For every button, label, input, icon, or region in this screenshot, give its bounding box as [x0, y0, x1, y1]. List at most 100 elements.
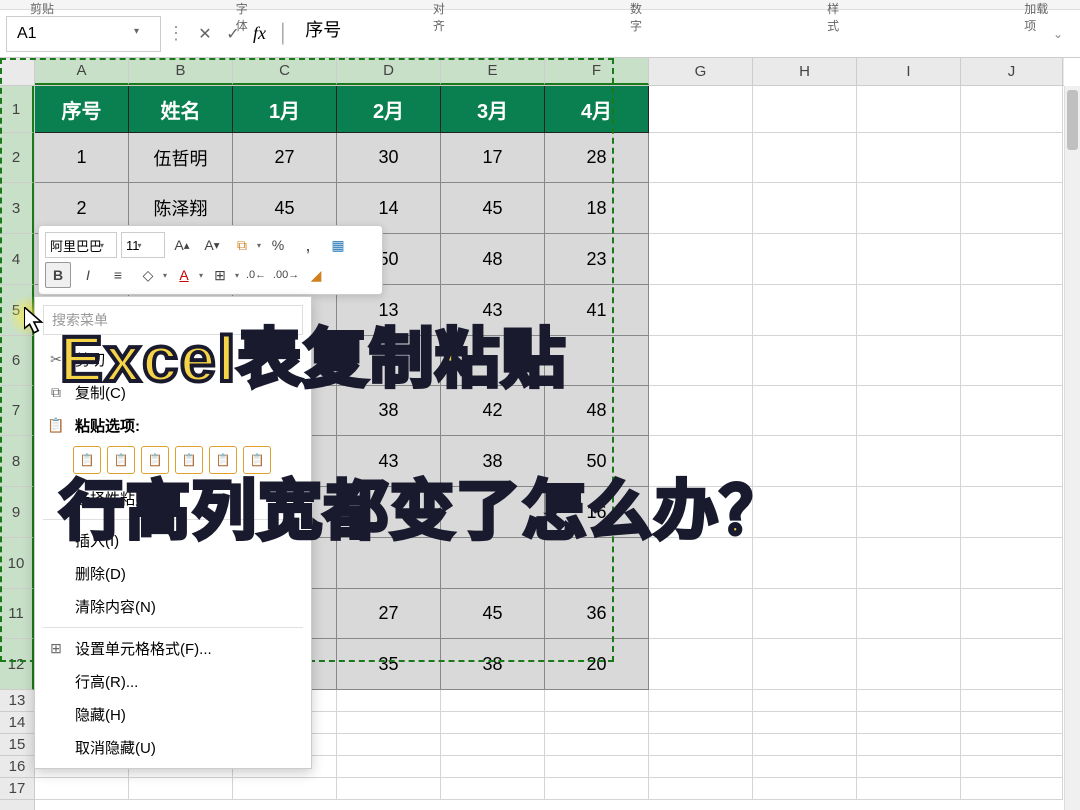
row-header-12[interactable]: 12: [0, 639, 34, 690]
paste-option-1[interactable]: 📋: [73, 446, 101, 474]
cell[interactable]: 30: [337, 133, 441, 183]
menu-unhide[interactable]: 取消隐藏(U): [35, 731, 311, 764]
row-header-3[interactable]: 3: [0, 183, 34, 234]
cell[interactable]: [753, 285, 857, 336]
cell[interactable]: [337, 756, 441, 778]
cell[interactable]: [753, 538, 857, 589]
cell[interactable]: 43: [441, 285, 545, 336]
cell[interactable]: [961, 690, 1063, 712]
row-header-1[interactable]: 1: [0, 86, 34, 133]
cell[interactable]: [753, 133, 857, 183]
cell[interactable]: [961, 639, 1063, 690]
cell[interactable]: [857, 589, 961, 639]
cell[interactable]: [545, 712, 649, 734]
paste-option-6[interactable]: 📋: [243, 446, 271, 474]
cell[interactable]: [649, 712, 753, 734]
cell[interactable]: [753, 690, 857, 712]
cell[interactable]: [753, 487, 857, 538]
cell[interactable]: 2月: [337, 86, 441, 133]
increase-decimal-button[interactable]: .00→: [273, 262, 299, 288]
row-header-15[interactable]: 15: [0, 734, 34, 756]
menu-clear[interactable]: 清除内容(N): [35, 590, 311, 623]
row-header-13[interactable]: 13: [0, 690, 34, 712]
row-header-10[interactable]: 10: [0, 538, 34, 589]
cell[interactable]: [753, 756, 857, 778]
cell[interactable]: [857, 639, 961, 690]
cell[interactable]: [649, 336, 753, 386]
cell[interactable]: [649, 690, 753, 712]
cell[interactable]: [857, 336, 961, 386]
cell[interactable]: 1月: [233, 86, 337, 133]
cell[interactable]: 43: [337, 436, 441, 487]
name-box[interactable]: A1 ▾: [6, 16, 161, 52]
cell[interactable]: [337, 778, 441, 800]
cell[interactable]: [753, 86, 857, 133]
cell[interactable]: 28: [545, 133, 649, 183]
cell[interactable]: [857, 756, 961, 778]
cell[interactable]: [649, 86, 753, 133]
menu-insert[interactable]: 插入(I): [35, 524, 311, 557]
cell[interactable]: [649, 639, 753, 690]
cell[interactable]: 1: [35, 133, 129, 183]
cell[interactable]: 41: [545, 285, 649, 336]
cell[interactable]: [961, 589, 1063, 639]
formula-input[interactable]: 序号: [295, 16, 1048, 52]
cell[interactable]: [961, 386, 1063, 436]
cell[interactable]: [649, 436, 753, 487]
column-header-I[interactable]: I: [857, 58, 961, 85]
row-header-4[interactable]: 4: [0, 234, 34, 285]
cell[interactable]: [649, 734, 753, 756]
decrease-decimal-button[interactable]: .0←: [243, 262, 269, 288]
cell[interactable]: [545, 690, 649, 712]
table-format-button[interactable]: ▦: [325, 232, 351, 258]
cell[interactable]: [337, 487, 441, 538]
font-size-select[interactable]: 11▾: [121, 232, 165, 258]
row-header-5[interactable]: 5: [0, 285, 34, 336]
cell[interactable]: 42: [441, 386, 545, 436]
cell[interactable]: [441, 690, 545, 712]
cell[interactable]: [857, 183, 961, 234]
cell[interactable]: [961, 778, 1063, 800]
column-header-D[interactable]: D: [337, 58, 441, 85]
column-header-H[interactable]: H: [753, 58, 857, 85]
font-family-select[interactable]: 阿里巴巴▾: [45, 232, 117, 258]
cell[interactable]: [35, 778, 129, 800]
cell[interactable]: [441, 336, 545, 386]
column-header-C[interactable]: C: [233, 58, 337, 85]
fx-icon[interactable]: fx: [253, 23, 266, 44]
cell[interactable]: [857, 690, 961, 712]
row-header-6[interactable]: 6: [0, 336, 34, 386]
row-header-11[interactable]: 11: [0, 589, 34, 639]
cell[interactable]: [961, 133, 1063, 183]
bold-button[interactable]: B: [45, 262, 71, 288]
percent-button[interactable]: %: [265, 232, 291, 258]
cell[interactable]: [753, 639, 857, 690]
cell[interactable]: [961, 285, 1063, 336]
cell[interactable]: [857, 436, 961, 487]
cell[interactable]: [857, 285, 961, 336]
menu-copy[interactable]: ⧉ 复制(C): [35, 376, 311, 409]
cell[interactable]: [753, 234, 857, 285]
cell[interactable]: [649, 183, 753, 234]
cell[interactable]: [961, 86, 1063, 133]
cell[interactable]: [857, 234, 961, 285]
cell[interactable]: [441, 778, 545, 800]
cell[interactable]: 35: [337, 639, 441, 690]
cell[interactable]: 36: [545, 589, 649, 639]
paste-option-3[interactable]: 📋: [141, 446, 169, 474]
row-header-7[interactable]: 7: [0, 386, 34, 436]
row-header-2[interactable]: 2: [0, 133, 34, 183]
row-header-9[interactable]: 9: [0, 487, 34, 538]
vertical-scrollbar[interactable]: [1064, 86, 1080, 810]
cell[interactable]: 16: [545, 487, 649, 538]
cell[interactable]: [961, 336, 1063, 386]
cell[interactable]: [337, 690, 441, 712]
scrollbar-thumb[interactable]: [1067, 90, 1078, 150]
select-all-corner[interactable]: [0, 58, 35, 86]
clear-format-button[interactable]: ◢: [303, 262, 329, 288]
borders-button[interactable]: ⊞: [207, 262, 233, 288]
row-header-8[interactable]: 8: [0, 436, 34, 487]
menu-paste-special[interactable]: 选择性粘贴...: [35, 482, 311, 515]
cell[interactable]: [545, 538, 649, 589]
cell[interactable]: 48: [441, 234, 545, 285]
